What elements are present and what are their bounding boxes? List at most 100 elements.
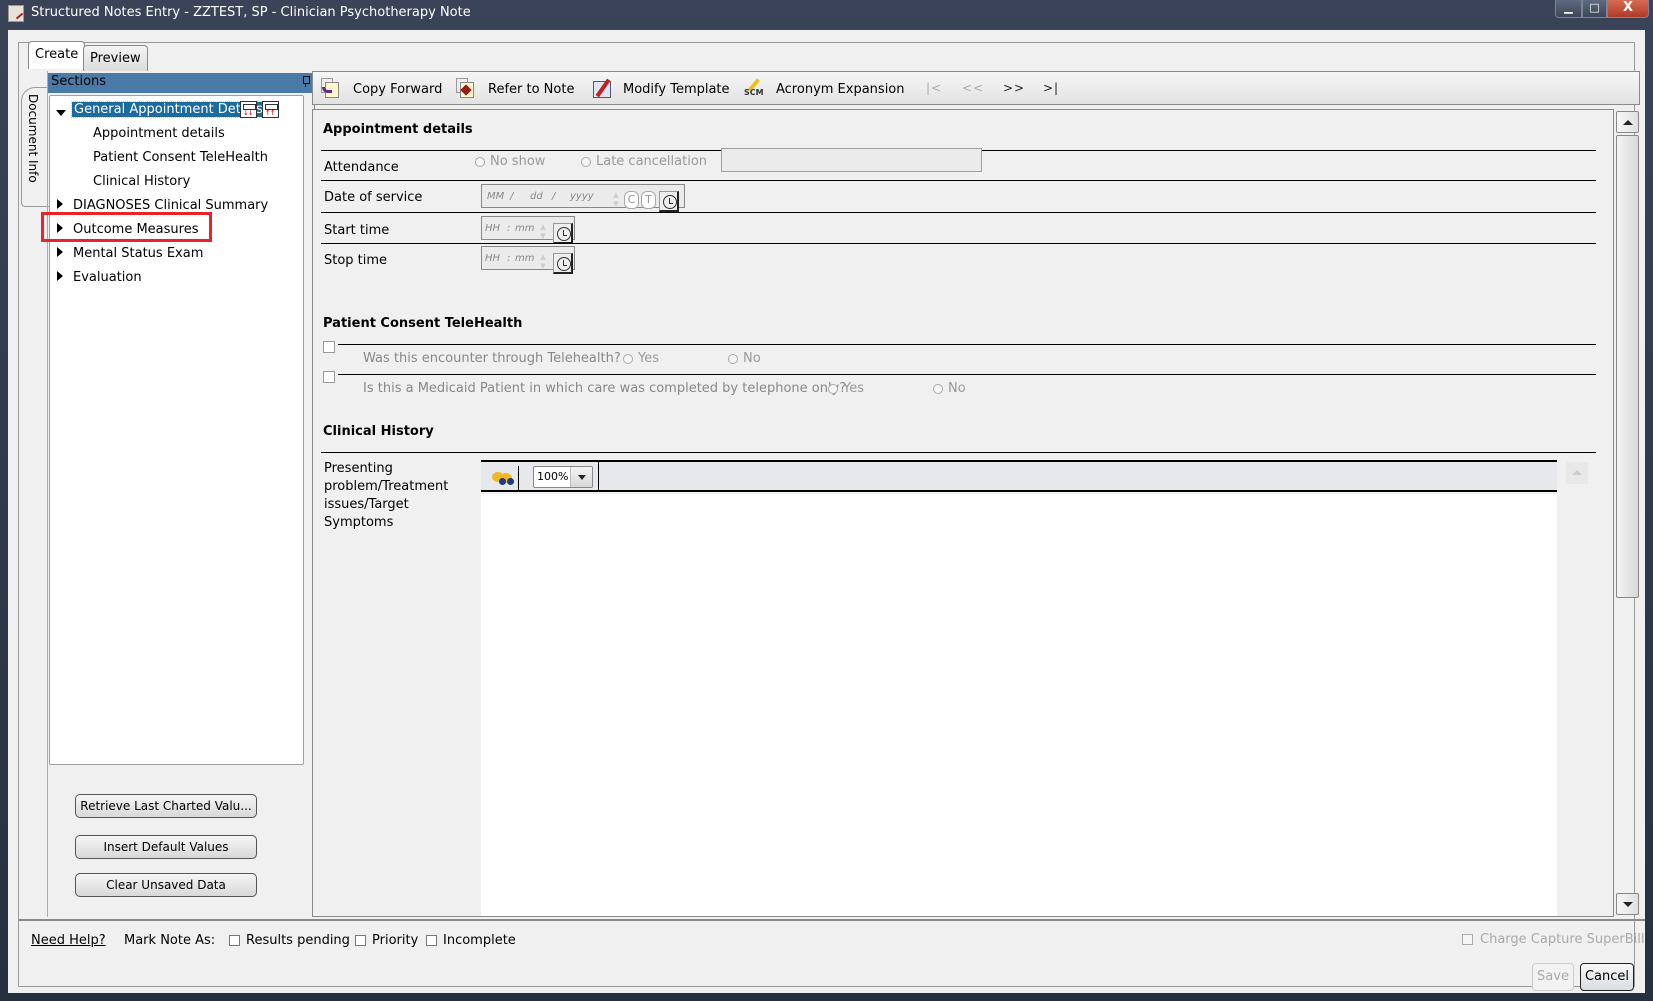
presenting-problem-label: Presenting problem/Treatment issues/Targ… [324,461,449,530]
divider [598,462,599,490]
acronym-expansion-icon: SCM [744,78,766,100]
tree-item-patient-consent-telehealth[interactable]: Patient Consent TeleHealth [93,150,268,165]
clinical-history-title: Clinical History [323,424,434,439]
clear-unsaved-data-button[interactable]: Clear Unsaved Data [75,873,257,897]
scroll-up-button[interactable] [1616,111,1639,133]
clock-icon[interactable] [553,223,573,244]
medicaid-q2-checkbox[interactable] [323,371,335,383]
start-time-field[interactable]: HH : mm ▲ ▼ [481,216,575,244]
incomplete-label: Incomplete [443,933,516,948]
results-pending-label: Results pending [246,933,350,948]
tree-item-appointment-details[interactable]: Appointment details [93,126,225,141]
time-spinner[interactable]: ▲ ▼ [537,223,549,241]
tab-create[interactable]: Create [28,41,86,69]
zoom-select[interactable]: 100% [533,466,593,488]
acronym-expansion-button[interactable]: SCM Acronym Expansion [744,78,905,100]
divider [338,344,1596,345]
clock-icon[interactable] [659,191,679,212]
pin-icon[interactable] [302,76,310,87]
divider [321,243,1596,244]
scroll-down-button[interactable] [1616,893,1639,915]
date-spinner[interactable]: ▲ ▼ [610,191,622,209]
sections-title: Sections [51,74,107,89]
nav-first-button[interactable]: |< [926,81,942,95]
expand-arrow-icon[interactable] [57,199,63,209]
sections-header: Sections [48,73,316,93]
divider [338,374,1596,375]
content-scrollbar[interactable] [1614,109,1640,917]
modify-template-label: Modify Template [623,81,730,97]
today-button[interactable]: T [641,191,656,209]
time-spinner[interactable]: ▲ ▼ [537,253,549,271]
tree-item-mental-status-exam[interactable]: Mental Status Exam [73,246,203,261]
modify-template-icon [591,78,613,100]
attendance-label: Attendance [324,160,399,175]
application-window: Structured Notes Entry - ZZTEST, SP - Cl… [0,0,1653,1001]
title-bar: Structured Notes Entry - ZZTEST, SP - Cl… [0,0,1653,28]
telehealth-yes-radio[interactable]: Yes [623,351,659,366]
window-title: Structured Notes Entry - ZZTEST, SP - Cl… [31,5,471,20]
stop-time-field[interactable]: HH : mm ▲ ▼ [481,246,575,274]
attendance-text-field[interactable] [721,148,982,172]
maximize-button[interactable]: □ [1582,0,1607,18]
retrieve-last-charted-values-button[interactable]: Retrieve Last Charted Valu... [75,794,257,818]
tree-item-diagnoses-clinical-summary[interactable]: DIAGNOSES Clinical Summary [73,198,268,213]
collapse-arrow-icon[interactable] [56,110,66,116]
clock-icon[interactable] [553,253,573,274]
insert-default-values-button[interactable]: Insert Default Values [75,835,257,859]
client-area: Create Preview Document Info Sections Ge… [8,30,1645,993]
nav-last-button[interactable]: >| [1043,81,1059,95]
save-button[interactable]: Save [1532,963,1574,991]
tree-item-general-appointment-details[interactable]: General Appointment Details [71,101,266,118]
app-icon [8,5,24,22]
late-cancellation-radio[interactable]: Late cancellation [581,154,707,169]
need-help-link[interactable]: Need Help? [31,933,106,948]
refer-to-note-button[interactable]: Refer to Note [456,78,574,100]
medicaid-no-radio[interactable]: No [933,381,966,396]
mark-note-as-label: Mark Note As: [124,933,216,948]
minimize-button[interactable]: ▁ [1555,0,1582,18]
medicaid-yes-radio[interactable]: Yes [828,381,864,396]
date-of-service-field[interactable]: MM / dd / yyyy ▲ ▼ C T [481,184,685,212]
tree-item-clinical-history[interactable]: Clinical History [93,174,190,189]
patient-consent-telehealth-title: Patient Consent TeleHealth [323,316,523,331]
divider [321,452,1596,453]
tree-item-evaluation[interactable]: Evaluation [73,270,142,285]
collapse-all-icon[interactable]: ↑↑ [262,101,279,118]
copy-forward-icon [321,78,343,100]
stop-time-label: Stop time [324,253,388,268]
presenting-problem-editor[interactable] [481,494,1557,916]
divider [321,212,1596,213]
sections-tree: General Appointment Details ↓↓ ↑↑ Appoin… [49,95,304,765]
results-pending-checkbox[interactable] [229,935,240,946]
telehealth-question: Was this encounter through Telehealth? [363,351,621,366]
close-button[interactable]: X [1607,0,1649,18]
charge-capture-checkbox[interactable] [1462,934,1473,945]
cancel-button[interactable]: Cancel [1580,963,1634,991]
modify-template-button[interactable]: Modify Template [591,78,730,100]
editor-scroll-up-button[interactable] [1566,462,1588,484]
appointment-details-title: Appointment details [323,122,473,137]
note-toolbar: Copy Forward Refer to Note Modify Templa… [312,71,1640,105]
telehealth-no-radio[interactable]: No [728,351,761,366]
copy-forward-button[interactable]: Copy Forward [321,78,442,100]
tab-preview[interactable]: Preview [83,45,148,71]
rich-text-toolbar: 100% [481,460,1557,492]
priority-checkbox[interactable] [355,935,366,946]
expand-all-icon[interactable]: ↓↓ [240,101,257,118]
no-show-radio[interactable]: No show [475,154,545,169]
scrollbar-thumb[interactable] [1616,135,1639,598]
document-info-label: Document Info [26,94,40,183]
nav-next-button[interactable]: >> [1003,81,1025,95]
date-of-service-label: Date of service [324,190,423,205]
divider [321,180,1596,181]
incomplete-checkbox[interactable] [426,935,437,946]
chevron-down-icon[interactable] [570,467,592,487]
expand-arrow-icon[interactable] [57,247,63,257]
nav-prev-button[interactable]: << [962,81,984,95]
find-binoculars-icon[interactable] [489,466,519,490]
expand-arrow-icon[interactable] [57,271,63,281]
document-info-tab[interactable]: Document Info [21,87,49,207]
telehealth-q1-checkbox[interactable] [323,341,335,353]
current-date-button[interactable]: C [624,191,639,209]
